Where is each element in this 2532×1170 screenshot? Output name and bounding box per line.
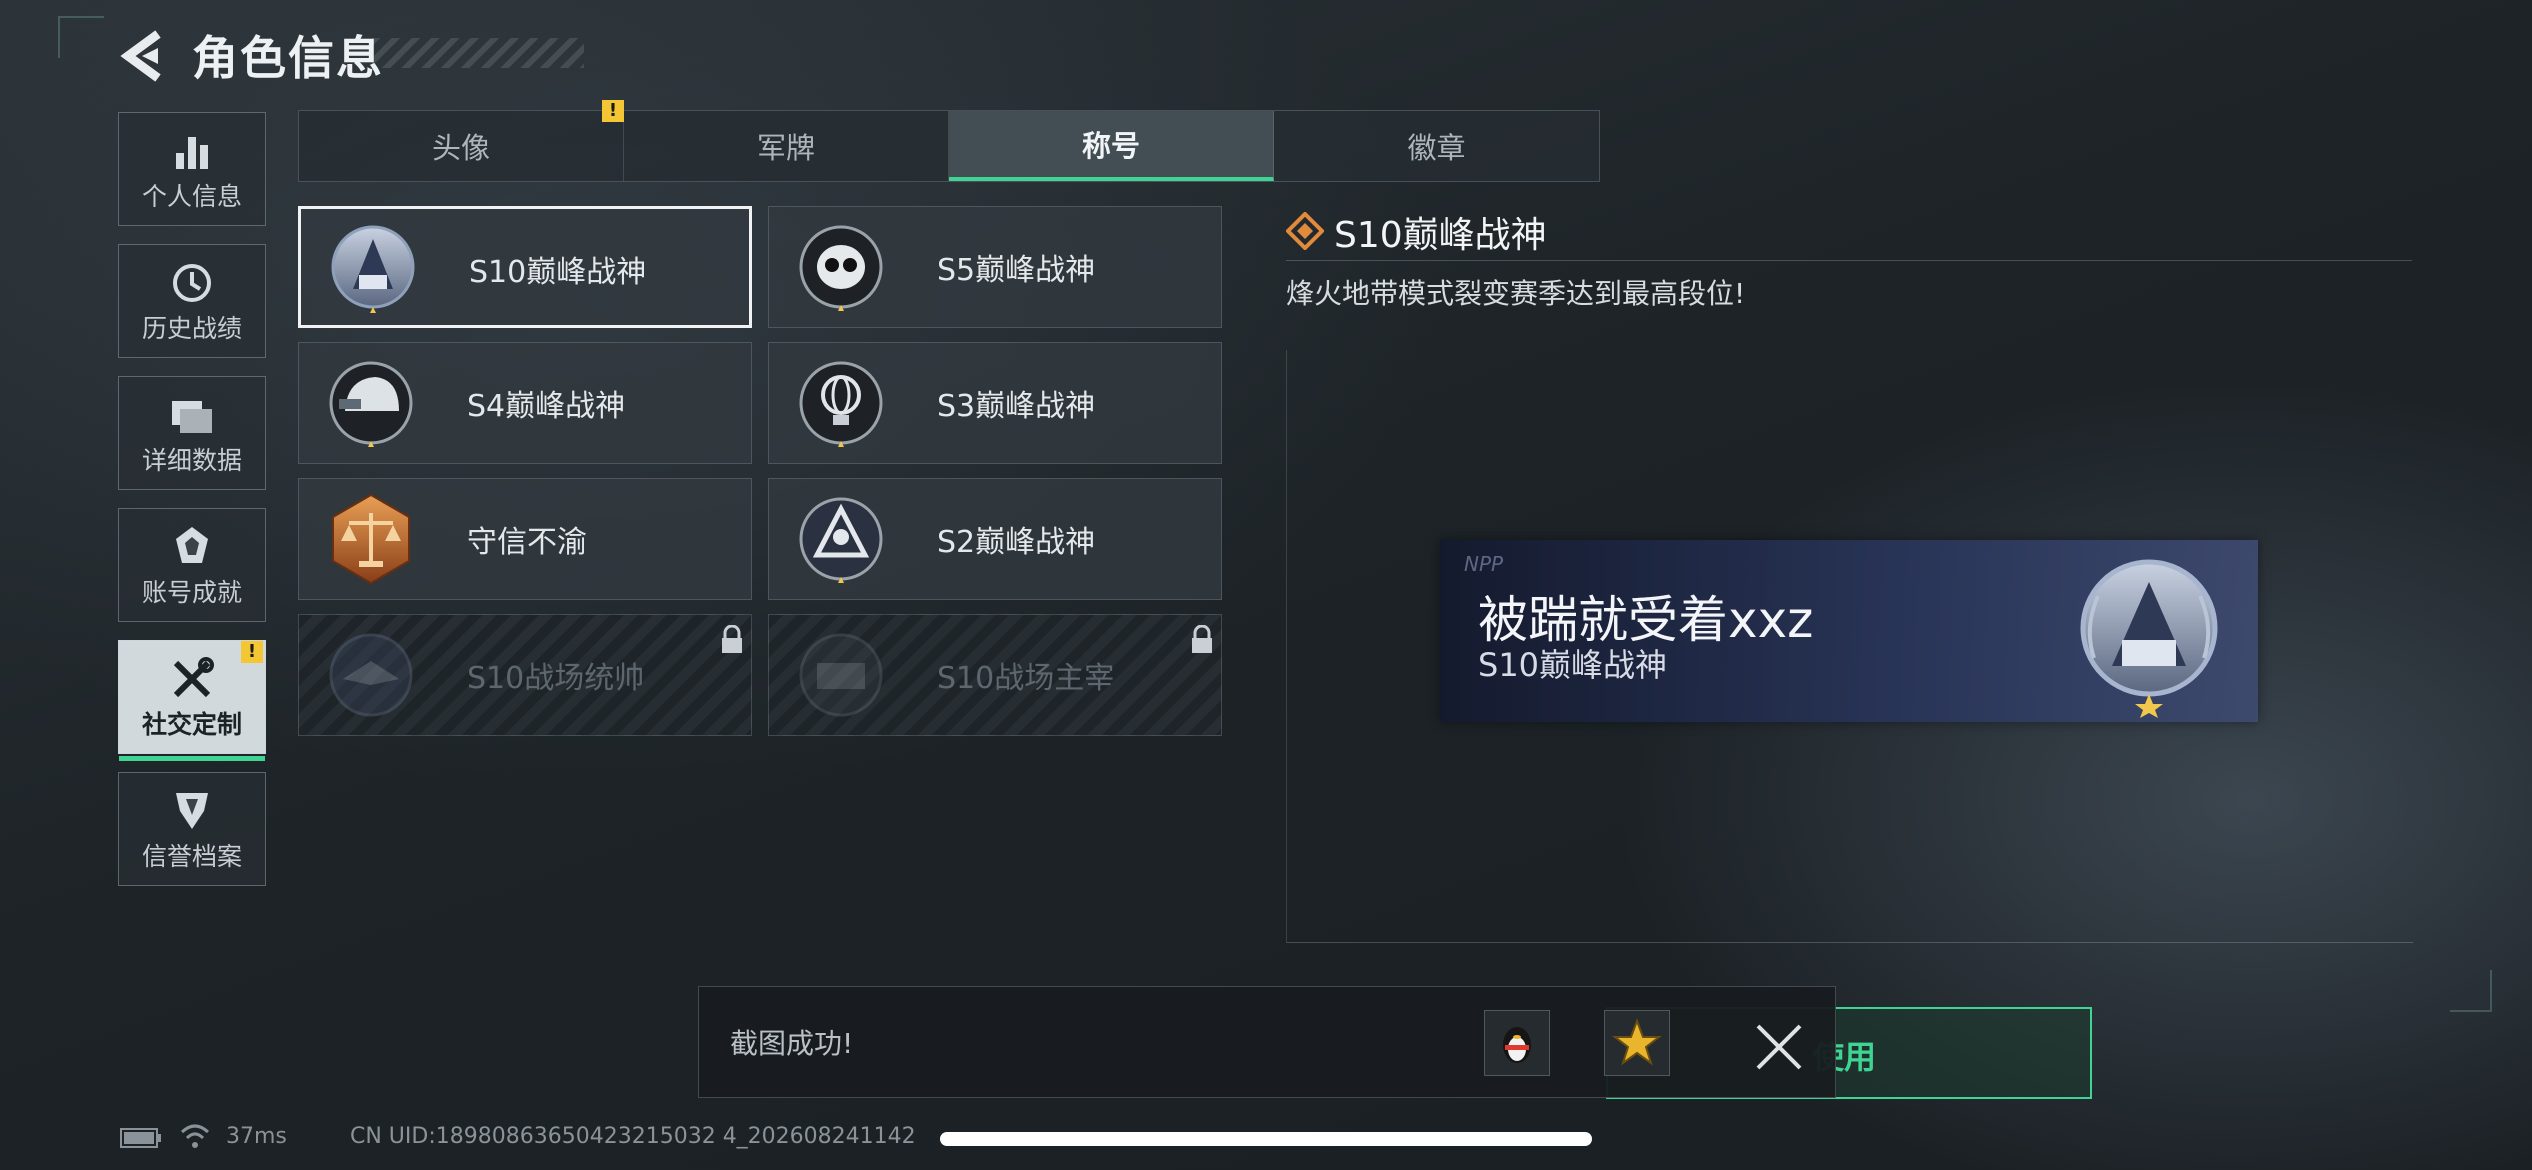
s10-colosseum-emblem-icon [799, 633, 883, 717]
s2-pyramid-emblem-icon [799, 497, 883, 583]
sidebar-item-social-custom[interactable]: 社交定制 ! [118, 640, 266, 761]
sidebar-item-achievements[interactable]: 账号成就 [118, 508, 266, 622]
battery-icon [120, 1128, 161, 1148]
s4-helmet-emblem-icon [329, 361, 413, 447]
detail-title: S10巅峰战神 [1334, 215, 1547, 256]
tab-bar: 头像 军牌 称号 徽章 [298, 110, 1600, 182]
sidebar-item-history[interactable]: 历史战绩 [118, 244, 266, 358]
sidebar-item-label: 历史战绩 [141, 314, 242, 343]
alert-badge: ! [241, 641, 263, 663]
title-card-trustworthy[interactable]: 守信不渝 [298, 478, 752, 600]
close-x-icon[interactable] [1750, 1018, 1808, 1076]
detail-description: 烽火地带模式裂变赛季达到最高段位! [1286, 277, 1746, 310]
banner-title: S10巅峰战神 [1478, 646, 1668, 684]
share-star-button[interactable] [1604, 1010, 1670, 1076]
title-name: S5巅峰战神 [937, 253, 1096, 288]
sidebar-item-reputation[interactable]: 信誉档案 [118, 772, 266, 886]
lock-icon [1192, 625, 1212, 653]
sidebar-item-label: 详细数据 [141, 446, 242, 475]
title-card-s10-commander[interactable]: S10战场统帅 [298, 614, 752, 736]
tab-label: 头像 [431, 131, 490, 165]
sidebar-item-detailed-data[interactable]: 详细数据 [118, 376, 266, 490]
wifi-icon [180, 1124, 210, 1148]
back-arrow-icon[interactable] [118, 30, 168, 82]
s10-peak-emblem-icon [331, 225, 415, 313]
tab-label: 军牌 [756, 131, 815, 165]
hud-corner-decoration [2450, 970, 2492, 1012]
qq-penguin-icon [1503, 1027, 1531, 1063]
alert-badge: ! [602, 100, 624, 122]
tab-title[interactable]: 称号 [949, 111, 1274, 181]
s3-globe-emblem-icon [799, 361, 883, 447]
s5-skull-emblem-icon [799, 225, 883, 311]
scales-emblem-icon [332, 493, 410, 585]
title-name: S10巅峰战神 [469, 255, 647, 290]
tab-label: 徽章 [1407, 131, 1466, 165]
title-diamond-icon [1286, 212, 1324, 250]
reputation-shield-icon [176, 793, 208, 829]
title-name: S4巅峰战神 [467, 389, 626, 424]
s10-commander-emblem-icon [329, 633, 413, 717]
title-decoration-stripes [372, 38, 584, 68]
banner-tag: NPP [1464, 552, 1504, 576]
divider [1286, 260, 2412, 261]
achievement-medal-icon [176, 527, 208, 563]
sidebar-item-label: 信誉档案 [141, 842, 242, 871]
tab-badge[interactable]: 徽章 [1274, 111, 1599, 181]
user-uid: CN UID:18980863650423215032 4_2026082411… [350, 1124, 916, 1149]
sidebar-item-personal-info[interactable]: 个人信息 [118, 112, 266, 226]
title-card-s5-peak[interactable]: S5巅峰战神 [768, 206, 1222, 328]
home-indicator[interactable] [940, 1132, 1592, 1146]
history-clock-icon [173, 264, 211, 302]
title-card-s3-peak[interactable]: S3巅峰战神 [768, 342, 1222, 464]
s10-peak-emblem-icon [2080, 559, 2218, 718]
share-qq-button[interactable] [1484, 1010, 1550, 1076]
title-name: S2巅峰战神 [937, 525, 1096, 560]
title-name: S10战场主宰 [937, 661, 1115, 696]
sidebar-item-label: 个人信息 [141, 182, 242, 211]
toast-message: 截图成功! [730, 1027, 854, 1060]
sidebar-item-label: 社交定制 [141, 710, 242, 739]
page-title: 角色信息 [192, 31, 384, 85]
folder-icon [172, 401, 212, 433]
tab-label: 称号 [1081, 129, 1140, 163]
lock-icon [722, 625, 742, 653]
sidebar-item-label: 账号成就 [141, 578, 242, 607]
hud-corner-decoration [58, 16, 104, 58]
title-name: S10战场统帅 [467, 661, 645, 696]
title-card-s4-peak[interactable]: S4巅峰战神 [298, 342, 752, 464]
ping-value: 37ms [226, 1124, 287, 1149]
bar-chart-icon [176, 137, 208, 169]
title-card-s10-peak[interactable]: S10巅峰战神 [298, 206, 752, 328]
star-badge-icon [1612, 1018, 1662, 1066]
tab-avatar[interactable]: 头像 [299, 111, 624, 181]
tools-wrench-icon [173, 657, 214, 698]
title-card-s2-peak[interactable]: S2巅峰战神 [768, 478, 1222, 600]
title-name: S3巅峰战神 [937, 389, 1096, 424]
tab-dog-tag[interactable]: 军牌 [624, 111, 949, 181]
title-card-s10-dominator[interactable]: S10战场主宰 [768, 614, 1222, 736]
title-name: 守信不渝 [467, 525, 587, 560]
